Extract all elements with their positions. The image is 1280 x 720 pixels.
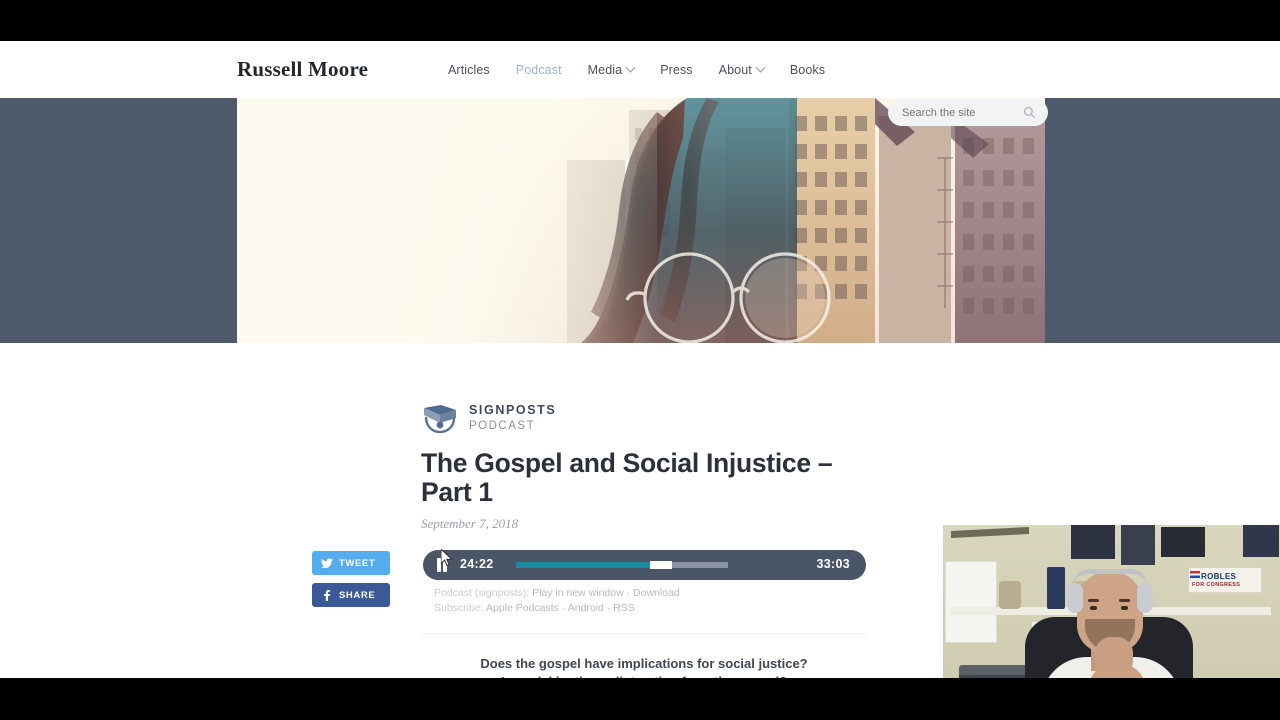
progress-fill — [516, 562, 650, 568]
podcast-name: SIGNPOSTS — [469, 403, 557, 418]
nav-item-about[interactable]: About — [718, 62, 766, 77]
site-header: Russell Moore Articles Podcast Media Pre… — [0, 41, 1280, 98]
podcast-meta-label: Podcast (signposts): — [434, 587, 530, 599]
meta-separator: · — [561, 602, 566, 615]
twitter-icon — [321, 557, 333, 568]
page-title: The Gospel and Social Injustice – Part 1 — [421, 448, 833, 507]
webcam-headphones-band — [1073, 569, 1147, 585]
meta-separator: · — [626, 587, 631, 599]
total-time: 33:03 — [816, 557, 850, 571]
podcast-meta-line-1: Podcast (signposts): Play in new window … — [434, 586, 680, 601]
nav-item-podcast[interactable]: Podcast — [516, 63, 562, 77]
webcam-person-eye — [1090, 606, 1097, 610]
nav-item-books[interactable]: Books — [790, 63, 825, 77]
podcast-meta-links: Podcast (signposts): Play in new window … — [434, 586, 680, 616]
webcam-person-brow — [1088, 599, 1099, 602]
nav-label: About — [718, 63, 752, 77]
signposts-logo-icon — [424, 405, 456, 433]
search-input[interactable] — [902, 99, 1020, 126]
webcam-person-brow — [1119, 599, 1130, 602]
nav-label: Press — [660, 63, 693, 77]
article-questions: Does the gospel have implications for so… — [421, 655, 867, 678]
progress-bar[interactable] — [516, 561, 728, 569]
webcam-sign-text: ROBLES — [1201, 572, 1237, 581]
webcam-poster — [1243, 525, 1279, 557]
webcam-person-eye — [1121, 606, 1128, 610]
podcast-brand-text: SIGNPOSTS PODCAST — [469, 403, 557, 432]
search-box[interactable] — [888, 99, 1048, 126]
webcam-poster — [1071, 525, 1115, 559]
webcam-headphone-cup — [1137, 583, 1153, 613]
subscribe-label: Subscribe: — [434, 602, 484, 615]
webcam-headphone-cup — [1067, 583, 1083, 613]
apple-podcasts-link[interactable]: Apple Podcasts — [486, 602, 559, 614]
mouse-cursor — [441, 549, 453, 567]
current-time: 24:22 — [460, 557, 494, 571]
webcam-can — [1047, 567, 1065, 609]
nav-label: Media — [587, 63, 623, 77]
hero-fade-overlay — [237, 98, 657, 343]
nav-item-media[interactable]: Media — [587, 62, 636, 77]
facebook-share-label: SHARE — [339, 589, 376, 601]
chevron-down-icon — [755, 62, 766, 73]
nav-label: Books — [789, 63, 826, 77]
main-navigation: Articles Podcast Media Press About Books — [448, 62, 851, 77]
webcam-sign-subtext: FOR CONGRESS — [1192, 582, 1241, 588]
webcam-overlay: ROBLES FOR CONGRESS STAR WARS — [943, 525, 1280, 678]
tweet-label: TWEET — [339, 557, 376, 569]
facebook-share-button[interactable]: SHARE — [312, 583, 390, 607]
meta-separator: · — [606, 602, 611, 615]
webcam-person-hand — [1095, 637, 1133, 677]
progress-handle[interactable] — [650, 561, 672, 569]
screen: Russell Moore Articles Podcast Media Pre… — [0, 0, 1280, 720]
webcam-poster — [1121, 525, 1155, 565]
hero-image — [237, 98, 1045, 343]
nav-label: Podcast — [515, 63, 562, 77]
share-buttons: TWEET SHARE — [312, 551, 390, 615]
podcast-meta-line-2: Subscribe: Apple Podcasts · Android · RS… — [434, 601, 680, 616]
podcast-kicker: PODCAST — [469, 419, 536, 432]
facebook-icon — [324, 589, 331, 601]
webcam-flag-icon — [1190, 571, 1200, 578]
rss-link[interactable]: RSS — [613, 602, 635, 614]
search-icon[interactable] — [1023, 106, 1036, 119]
question-line-1: Does the gospel have implications for so… — [480, 656, 808, 671]
download-link[interactable]: Download — [633, 587, 680, 599]
chevron-down-icon — [625, 62, 636, 73]
tweet-button[interactable]: TWEET — [312, 551, 390, 575]
letterbox-bottom-bar — [0, 678, 1280, 720]
webcam-poster — [1161, 527, 1205, 557]
site-logo[interactable]: Russell Moore — [237, 57, 368, 82]
content-divider — [422, 633, 866, 634]
post-date: September 7, 2018 — [421, 516, 519, 531]
nav-label: Articles — [448, 63, 490, 77]
webcam-figurine — [999, 581, 1021, 609]
nav-item-press[interactable]: Press — [660, 63, 692, 77]
webcam-whiteboard — [945, 561, 997, 643]
nav-item-articles[interactable]: Articles — [448, 63, 490, 77]
audio-player[interactable]: 24:22 33:03 — [423, 550, 866, 580]
podcast-branding: SIGNPOSTS PODCAST — [421, 403, 556, 433]
play-in-new-window-link[interactable]: Play in new window — [532, 587, 624, 599]
android-link[interactable]: Android — [568, 602, 604, 614]
letterbox-top-bar — [0, 0, 1280, 41]
webpage: Russell Moore Articles Podcast Media Pre… — [0, 41, 1280, 678]
